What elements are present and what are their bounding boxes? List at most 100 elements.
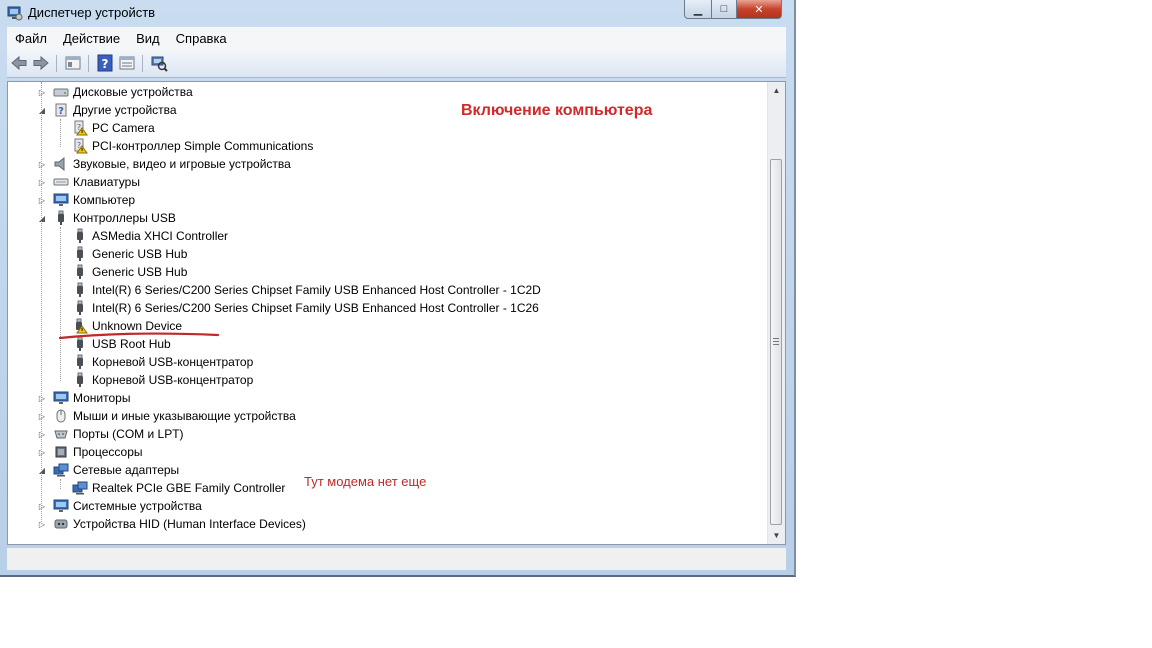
tree-device[interactable]: ? PC Camera bbox=[56, 119, 155, 137]
cpu-icon bbox=[53, 444, 69, 460]
vertical-scrollbar[interactable]: ▲ ▼ bbox=[767, 82, 785, 544]
tree-category[interactable]: ▷ Дисковые устройства bbox=[37, 83, 193, 101]
usb-icon bbox=[72, 282, 88, 298]
tree-device[interactable]: Корневой USB-концентратор bbox=[56, 371, 253, 389]
tree-device[interactable]: Корневой USB-концентратор bbox=[56, 353, 253, 371]
collapsed-triangle-icon[interactable]: ▷ bbox=[37, 447, 47, 457]
tree-category[interactable]: ▷ Устройства HID (Human Interface Devices… bbox=[37, 515, 306, 533]
menu-action[interactable]: Действие bbox=[55, 31, 128, 46]
tree-item-label: Устройства HID (Human Interface Devices) bbox=[73, 517, 306, 531]
red-underline-annotation bbox=[58, 332, 220, 340]
scroll-grip bbox=[773, 344, 779, 345]
tree-category[interactable]: ▷ Звуковые, видео и игровые устройства bbox=[37, 155, 291, 173]
back-arrow-icon[interactable] bbox=[10, 54, 28, 72]
device-manager-app-icon bbox=[7, 6, 23, 21]
collapsed-triangle-icon[interactable]: ▷ bbox=[37, 501, 47, 511]
tree-category[interactable]: ◢? Другие устройства bbox=[37, 101, 177, 119]
tree-item-label: Порты (COM и LPT) bbox=[73, 427, 184, 441]
monitor-icon bbox=[53, 498, 69, 514]
usb-icon bbox=[72, 264, 88, 280]
tree-category[interactable]: ◢ Сетевые адаптеры bbox=[37, 461, 179, 479]
collapsed-triangle-icon[interactable]: ▷ bbox=[37, 411, 47, 421]
close-button[interactable]: ✕ bbox=[737, 0, 782, 19]
tree-device[interactable]: Intel(R) 6 Series/C200 Series Chipset Fa… bbox=[56, 299, 539, 317]
tree-item-label: Generic USB Hub bbox=[92, 247, 188, 261]
expanded-triangle-icon[interactable]: ◢ bbox=[37, 213, 47, 223]
usb-icon bbox=[72, 372, 88, 388]
maximize-icon: □ bbox=[720, 3, 728, 15]
scroll-down-arrow-icon[interactable]: ▼ bbox=[768, 527, 785, 544]
tree-device[interactable]: Generic USB Hub bbox=[56, 263, 187, 281]
tree-category[interactable]: ▷ Порты (COM и LPT) bbox=[37, 425, 184, 443]
maximize-button[interactable]: □ bbox=[712, 0, 737, 19]
collapsed-triangle-icon[interactable]: ▷ bbox=[37, 519, 47, 529]
annotation-note: Тут модема нет еще bbox=[304, 474, 427, 489]
usb-icon bbox=[72, 300, 88, 316]
tree-category[interactable]: ▷ Клавиатуры bbox=[37, 173, 140, 191]
collapsed-triangle-icon[interactable]: ▷ bbox=[37, 87, 47, 97]
tree-category[interactable]: ▷ Мыши и иные указывающие устройства bbox=[37, 407, 296, 425]
forward-arrow-icon[interactable] bbox=[32, 54, 50, 72]
expanded-triangle-icon[interactable]: ◢ bbox=[37, 465, 47, 475]
tree-device[interactable]: ASMedia XHCI Controller bbox=[56, 227, 228, 245]
tree-category[interactable]: ▷ Системные устройства bbox=[37, 497, 202, 515]
tree-item-label: Звуковые, видео и игровые устройства bbox=[73, 157, 291, 171]
unknown-device-icon: ? bbox=[53, 102, 69, 118]
expanded-triangle-icon[interactable]: ◢ bbox=[37, 105, 47, 115]
tree-guide-line bbox=[60, 119, 61, 147]
tree-item-label: Мыши и иные указывающие устройства bbox=[73, 409, 296, 423]
scroll-grip bbox=[773, 338, 779, 339]
title-bar[interactable]: Диспетчер устройств ▁ □ ✕ bbox=[0, 0, 794, 27]
status-bar bbox=[7, 547, 786, 570]
monitor-icon bbox=[53, 390, 69, 406]
usb-icon bbox=[72, 228, 88, 244]
collapsed-triangle-icon[interactable]: ▷ bbox=[37, 393, 47, 403]
tree-category[interactable]: ◢ Контроллеры USB bbox=[37, 209, 176, 227]
hid-icon bbox=[53, 516, 69, 532]
tree-item-label: Мониторы bbox=[73, 391, 131, 405]
help-icon[interactable]: ? bbox=[96, 54, 114, 72]
details-icon[interactable] bbox=[118, 54, 136, 72]
port-icon bbox=[53, 426, 69, 442]
collapsed-triangle-icon[interactable]: ▷ bbox=[37, 429, 47, 439]
network-icon bbox=[53, 462, 69, 478]
minimize-button[interactable]: ▁ bbox=[684, 0, 712, 19]
menu-view[interactable]: Вид bbox=[128, 31, 168, 46]
annotation-title: Включение компьютера bbox=[461, 102, 653, 119]
tree-category[interactable]: ▷ Процессоры bbox=[37, 443, 143, 461]
tree-category[interactable]: ▷ Мониторы bbox=[37, 389, 131, 407]
scroll-thumb[interactable] bbox=[770, 159, 782, 525]
warning-device-icon: ? bbox=[72, 138, 88, 154]
tree-item-label: Intel(R) 6 Series/C200 Series Chipset Fa… bbox=[92, 283, 541, 297]
warning-device-icon: ? bbox=[72, 120, 88, 136]
window-title: Диспетчер устройств bbox=[28, 5, 156, 20]
scroll-grip bbox=[773, 341, 779, 342]
tree-item-label: Generic USB Hub bbox=[92, 265, 188, 279]
mouse-icon bbox=[53, 408, 69, 424]
scroll-up-arrow-icon[interactable]: ▲ bbox=[768, 82, 785, 99]
tree-device[interactable]: Generic USB Hub bbox=[56, 245, 187, 263]
tree-device[interactable]: Realtek PCIe GBE Family Controller bbox=[56, 479, 285, 497]
close-icon: ✕ bbox=[754, 3, 764, 16]
collapsed-triangle-icon[interactable]: ▷ bbox=[37, 195, 47, 205]
tree-item-label: Корневой USB-концентратор bbox=[92, 355, 254, 369]
scan-hardware-icon[interactable] bbox=[150, 54, 168, 72]
tree-guide-line bbox=[60, 227, 61, 381]
tree-category[interactable]: ▷ Компьютер bbox=[37, 191, 135, 209]
tree-item-label: PC Camera bbox=[92, 121, 155, 135]
menu-bar: Файл Действие Вид Справка bbox=[7, 27, 786, 50]
tree-device[interactable]: Intel(R) 6 Series/C200 Series Chipset Fa… bbox=[56, 281, 541, 299]
tree-item-label: Корневой USB-концентратор bbox=[92, 373, 254, 387]
tree-device[interactable]: ? PCI-контроллер Simple Communications bbox=[56, 137, 313, 155]
menu-file[interactable]: Файл bbox=[7, 31, 55, 46]
tree-item-label: Intel(R) 6 Series/C200 Series Chipset Fa… bbox=[92, 301, 539, 315]
tree-item-label: PCI-контроллер Simple Communications bbox=[92, 139, 314, 153]
toolbar-separator bbox=[56, 55, 57, 72]
usb-icon bbox=[72, 354, 88, 370]
tree-item-label: Компьютер bbox=[73, 193, 136, 207]
menu-help[interactable]: Справка bbox=[168, 31, 235, 46]
properties-view-icon[interactable] bbox=[64, 54, 82, 72]
collapsed-triangle-icon[interactable]: ▷ bbox=[37, 177, 47, 187]
speaker-icon bbox=[53, 156, 69, 172]
collapsed-triangle-icon[interactable]: ▷ bbox=[37, 159, 47, 169]
